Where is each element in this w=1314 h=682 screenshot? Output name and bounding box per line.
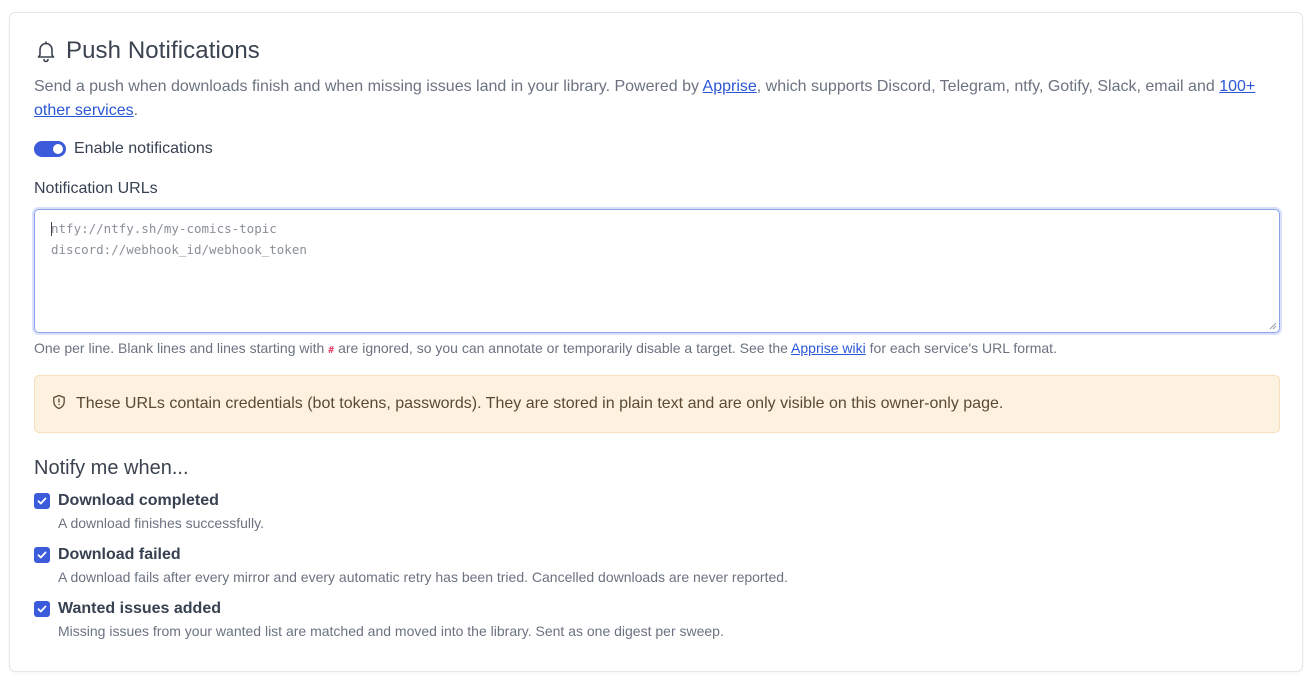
notification-urls-hint: One per line. Blank lines and lines star…: [34, 340, 1057, 356]
apprise-link[interactable]: Apprise: [703, 78, 757, 95]
enable-notifications-toggle[interactable]: [34, 141, 66, 157]
option-wanted-issues-added: Wanted issues added Missing issues from …: [34, 600, 1034, 639]
credentials-warning: These URLs contain credentials (bot toke…: [34, 375, 1280, 433]
download-failed-label[interactable]: Download failed: [58, 546, 181, 564]
enable-notifications-row: Enable notifications: [34, 140, 213, 158]
hint-text: One per line. Blank lines and lines star…: [34, 340, 329, 356]
notification-urls-label: Notification URLs: [34, 180, 158, 197]
bell-icon: [34, 39, 58, 63]
toggle-knob: [53, 144, 63, 154]
textarea-placeholder: ntfy://ntfy.sh/my-comics-topic discord:/…: [51, 221, 307, 257]
section-title: Push Notifications: [66, 37, 260, 64]
wanted-issues-added-label[interactable]: Wanted issues added: [58, 600, 221, 618]
download-failed-description: A download fails after every mirror and …: [58, 569, 788, 585]
download-completed-label[interactable]: Download completed: [58, 492, 219, 510]
section-header: Push Notifications: [34, 37, 260, 65]
text-caret: [51, 222, 52, 236]
notification-urls-textarea[interactable]: ntfy://ntfy.sh/my-comics-topic discord:/…: [34, 209, 1280, 333]
notifications-card: Push Notifications Send a push when down…: [9, 12, 1303, 672]
shield-icon: [51, 394, 76, 415]
description-text: .: [133, 102, 139, 119]
wanted-issues-added-checkbox[interactable]: [34, 601, 50, 617]
download-completed-description: A download finishes successfully.: [58, 515, 264, 531]
download-completed-checkbox[interactable]: [34, 493, 50, 509]
wanted-issues-added-description: Missing issues from your wanted list are…: [58, 623, 724, 639]
hint-text: are ignored, so you can annotate or temp…: [334, 340, 792, 356]
checkmark-icon: [37, 551, 47, 559]
download-failed-checkbox[interactable]: [34, 547, 50, 563]
description-text: Send a push when downloads finish and wh…: [34, 78, 703, 95]
section-description: Send a push when downloads finish and wh…: [34, 75, 1284, 123]
hint-text: for each service's URL format.: [865, 340, 1057, 356]
option-download-failed: Download failed A download fails after e…: [34, 546, 1034, 585]
checkmark-icon: [37, 497, 47, 505]
credentials-warning-text: These URLs contain credentials (bot toke…: [76, 395, 1004, 412]
description-text: , which supports Discord, Telegram, ntfy…: [756, 78, 1220, 95]
enable-notifications-label[interactable]: Enable notifications: [74, 140, 213, 158]
option-download-completed: Download completed A download finishes s…: [34, 492, 1034, 531]
resize-handle-icon[interactable]: [1269, 322, 1277, 330]
notify-heading: Notify me when...: [34, 457, 189, 479]
apprise-wiki-link[interactable]: Apprise wiki: [791, 340, 866, 356]
checkmark-icon: [37, 605, 47, 613]
